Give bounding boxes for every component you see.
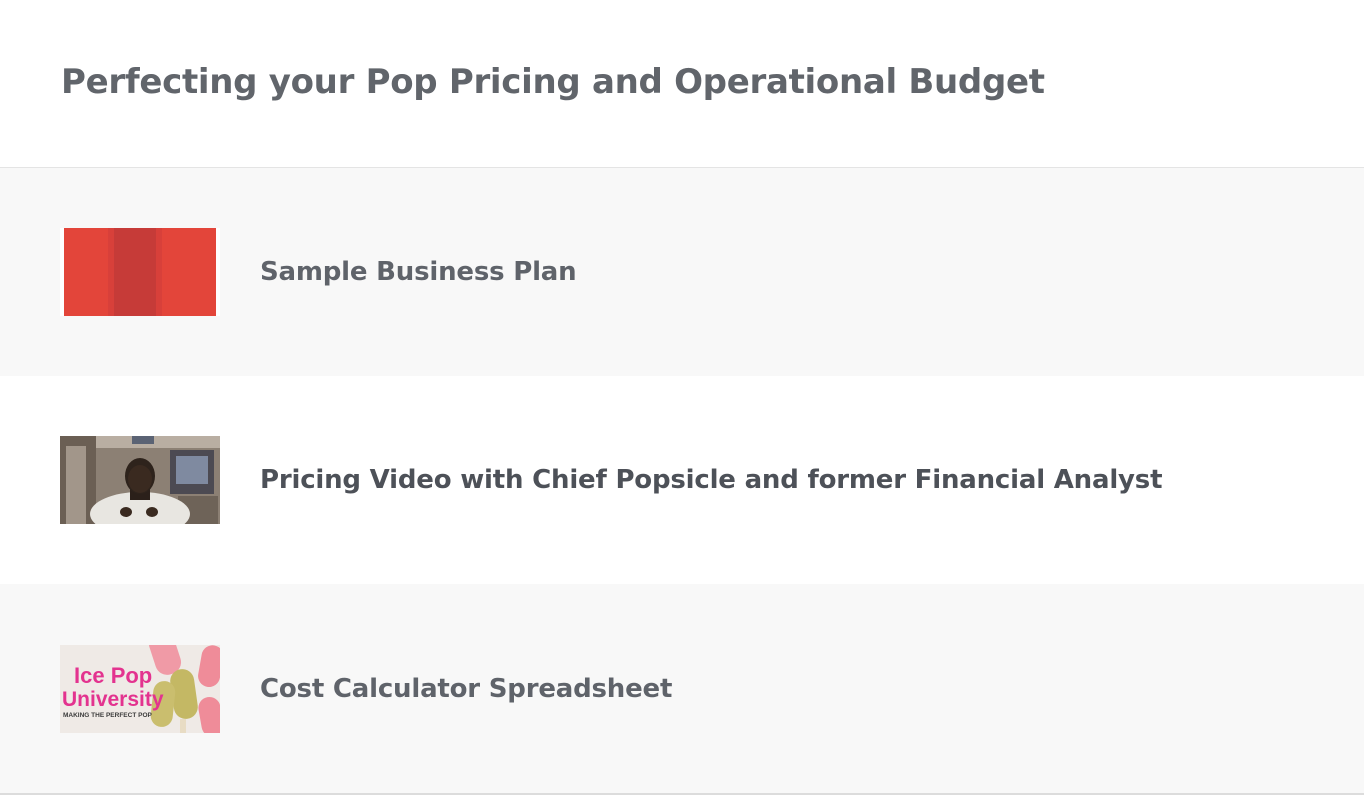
lesson-item-pricing-video[interactable]: Pricing Video with Chief Popsicle and fo…	[0, 376, 1364, 584]
lesson-thumbnail[interactable]	[60, 228, 220, 316]
thumbnail-brand-line2: University	[62, 688, 164, 711]
red-document-thumbnail-icon	[60, 228, 220, 316]
video-presenter-thumbnail-icon	[60, 436, 220, 524]
lesson-item-cost-calculator[interactable]: Ice Pop University MAKING THE PERFECT PO…	[0, 584, 1364, 795]
thumbnail-tagline: MAKING THE PERFECT POP	[63, 712, 153, 719]
thumbnail-brand-line1: Ice Pop	[74, 663, 152, 688]
lesson-thumbnail[interactable]: Ice Pop University MAKING THE PERFECT PO…	[60, 644, 220, 733]
lesson-item-sample-business-plan[interactable]: Sample Business Plan	[0, 168, 1364, 376]
section-header: Perfecting your Pop Pricing and Operatio…	[0, 0, 1364, 168]
lesson-thumbnail[interactable]	[60, 436, 220, 524]
lesson-title: Cost Calculator Spreadsheet	[260, 673, 673, 704]
lesson-title: Pricing Video with Chief Popsicle and fo…	[260, 465, 1163, 495]
ice-pop-university-thumbnail-icon: Ice Pop University MAKING THE PERFECT PO…	[60, 644, 220, 733]
lesson-title: Sample Business Plan	[260, 257, 577, 287]
section-title: Perfecting your Pop Pricing and Operatio…	[61, 62, 1045, 102]
course-section: Perfecting your Pop Pricing and Operatio…	[0, 0, 1364, 798]
